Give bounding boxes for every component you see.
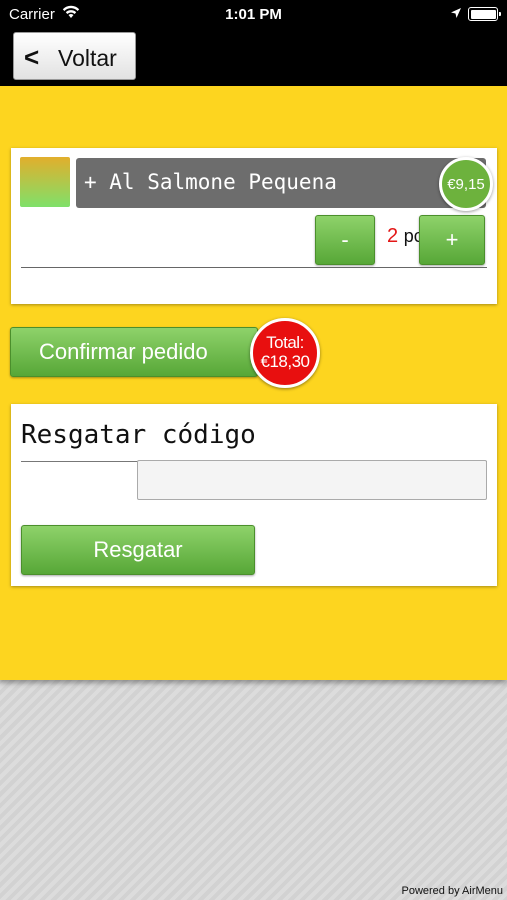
back-button[interactable]: < Voltar (13, 32, 136, 80)
powered-by-label: Powered by AirMenu (401, 885, 504, 897)
total-value: €18,30 (260, 352, 311, 371)
quantity-display: 2 pc (387, 225, 423, 248)
clock: 1:01 PM (225, 6, 282, 23)
increase-quantity-button[interactable]: + (419, 215, 485, 265)
order-item-card: + Al Salmone Pequena €9,15 - 2 pc + (11, 148, 497, 304)
total-badge: Total: €18,30 (250, 318, 320, 388)
redeem-code-card: Resgatar código Resgatar (11, 404, 497, 586)
item-thumbnail (20, 157, 70, 207)
top-bar: Carrier 1:01 PM < Voltar (0, 0, 507, 86)
confirm-order-button[interactable]: Confirmar pedido (10, 327, 258, 377)
divider (21, 267, 487, 268)
location-arrow-icon (451, 8, 461, 18)
item-price-badge: €9,15 (439, 157, 493, 211)
quantity-value: 2 (387, 225, 399, 247)
back-chevron-icon: < (24, 42, 40, 72)
redeem-title: Resgatar código (21, 420, 256, 450)
status-bar: Carrier 1:01 PM (0, 0, 507, 28)
total-label: Total: (266, 333, 304, 352)
decrease-quantity-button[interactable]: - (315, 215, 375, 265)
back-label: Voltar (58, 45, 117, 71)
battery-icon (468, 7, 501, 21)
item-name[interactable]: + Al Salmone Pequena (76, 158, 486, 208)
redeem-button[interactable]: Resgatar (21, 525, 255, 575)
code-input[interactable] (137, 460, 487, 500)
